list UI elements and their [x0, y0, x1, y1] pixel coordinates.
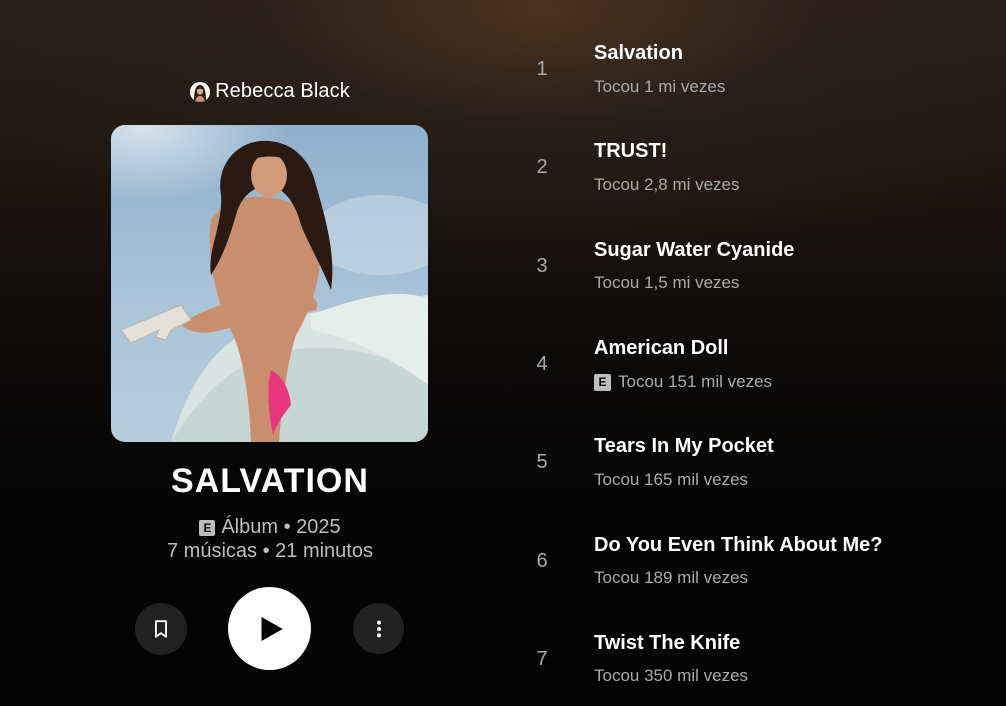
track-row[interactable]: 4 American Doll E Tocou 151 mil vezes [500, 323, 1006, 413]
bookmark-icon [155, 620, 167, 638]
play-icon [261, 616, 283, 641]
album-title: SALVATION [171, 462, 369, 500]
album-header: Rebecca Black SALVATION E Álbum • 2025 7… [0, 0, 540, 706]
track-plays: Tocou 1 mi vezes [594, 77, 726, 96]
track-title[interactable]: Twist The Knife [594, 632, 740, 655]
track-plays: Tocou 2,8 mi vezes [594, 175, 740, 194]
track-plays-row: Tocou 189 mil vezes [594, 568, 748, 588]
track-plays: Tocou 189 mil vezes [594, 568, 749, 587]
track-plays: Tocou 165 mil vezes [594, 470, 749, 489]
track-row[interactable]: 5 Tears In My Pocket Tocou 165 mil vezes [500, 421, 1006, 511]
track-plays: Tocou 1,5 mi vezes [594, 273, 740, 292]
artist-avatar [190, 81, 211, 102]
explicit-badge: E [594, 373, 611, 391]
track-plays-row: Tocou 1 mi vezes [594, 77, 725, 97]
track-plays-row: Tocou 1,5 mi vezes [594, 273, 740, 293]
track-plays-row: Tocou 350 mil vezes [594, 666, 748, 686]
artist-name: Rebecca Black [215, 80, 350, 102]
track-title[interactable]: Sugar Water Cyanide [594, 239, 794, 262]
track-plays-row: Tocou 2,8 mi vezes [594, 175, 740, 195]
more-vert-icon [376, 620, 381, 637]
album-meta-type-year: E Álbum • 2025 [0, 516, 540, 539]
track-plays-row: E Tocou 151 mil vezes [594, 372, 772, 392]
album-meta-counts: 7 músicas • 21 minutos [0, 540, 540, 563]
track-number: 5 [536, 451, 548, 473]
track-number: 7 [536, 648, 548, 670]
track-title[interactable]: Salvation [594, 42, 683, 65]
album-type-year: Álbum • 2025 [221, 516, 341, 538]
track-list: 1 Salvation Tocou 1 mi vezes 2 TRUST! To… [500, 0, 1006, 706]
track-plays-row: Tocou 165 mil vezes [594, 470, 748, 490]
track-row[interactable]: 1 Salvation Tocou 1 mi vezes [500, 28, 1006, 118]
track-title[interactable]: TRUST! [594, 140, 667, 163]
track-number: 6 [536, 550, 548, 572]
track-row[interactable]: 6 Do You Even Think About Me? Tocou 189 … [500, 520, 1006, 610]
track-number: 1 [536, 58, 548, 80]
more-actions-button[interactable] [353, 603, 404, 654]
explicit-badge: E [199, 519, 216, 536]
track-number: 3 [536, 255, 548, 277]
track-row[interactable]: 2 TRUST! Tocou 2,8 mi vezes [500, 126, 1006, 216]
track-row[interactable]: 3 Sugar Water Cyanide Tocou 1,5 mi vezes [500, 225, 1006, 315]
track-title[interactable]: American Doll [594, 337, 728, 360]
track-number: 4 [536, 353, 548, 375]
play-button[interactable] [228, 587, 311, 670]
save-to-library-button[interactable] [135, 603, 187, 655]
track-title[interactable]: Do You Even Think About Me? [594, 534, 883, 557]
artist-link[interactable]: Rebecca Black [0, 80, 540, 103]
track-row[interactable]: 7 Twist The Knife Tocou 350 mil vezes [500, 618, 1006, 706]
album-counts: 7 músicas • 21 minutos [167, 540, 373, 562]
track-number: 2 [536, 156, 548, 178]
album-actions [0, 587, 540, 671]
album-cover [111, 125, 428, 442]
track-plays: Tocou 151 mil vezes [618, 372, 773, 391]
track-title[interactable]: Tears In My Pocket [594, 435, 774, 458]
track-plays: Tocou 350 mil vezes [594, 666, 749, 685]
